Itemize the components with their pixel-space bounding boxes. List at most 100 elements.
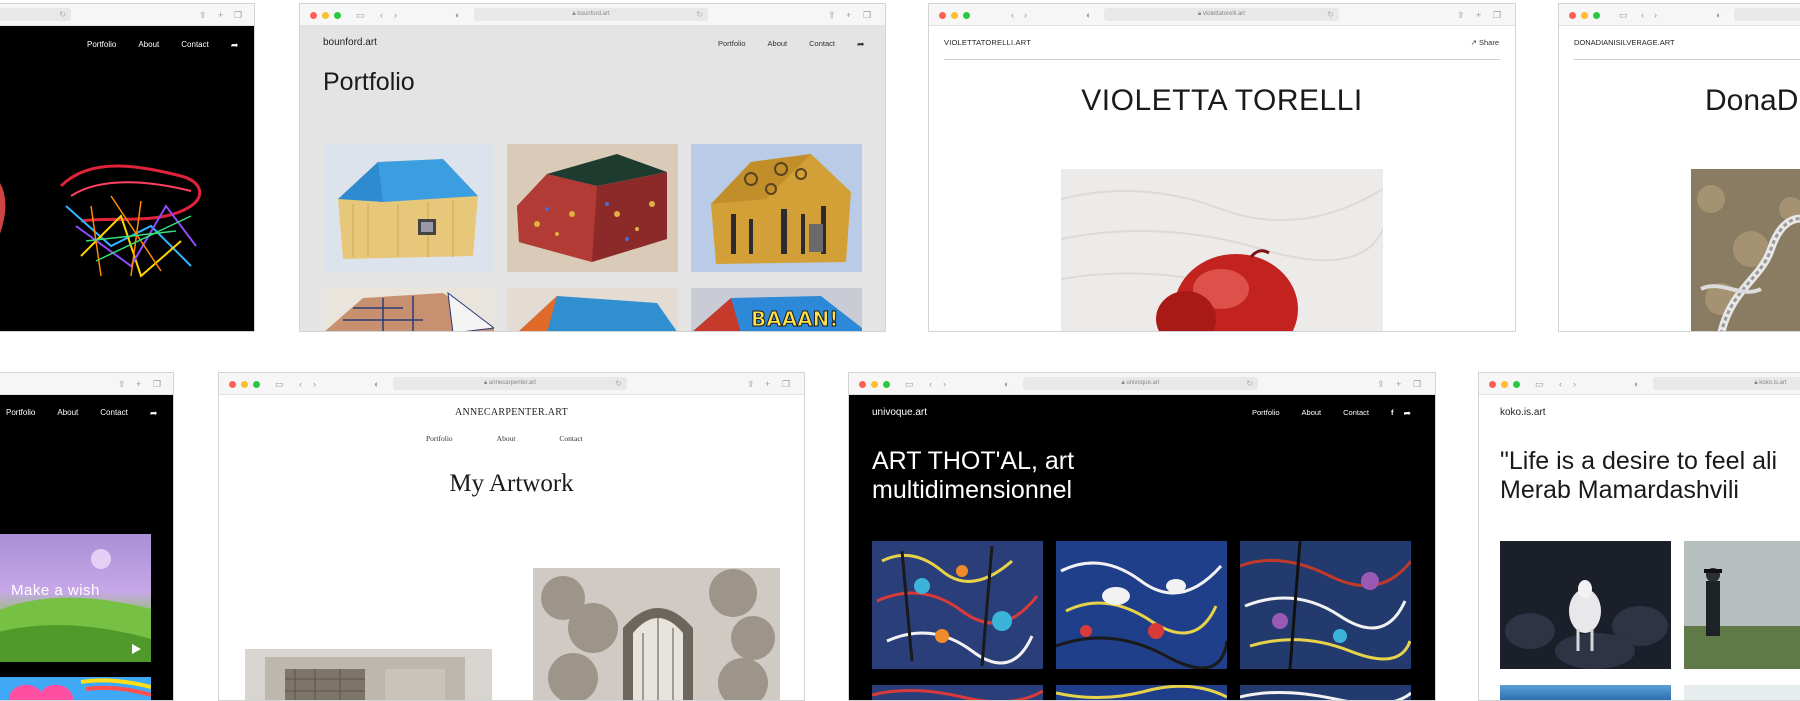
nav-about[interactable]: About — [1302, 408, 1322, 419]
maximize-button[interactable] — [334, 12, 341, 19]
new-tab-icon[interactable]: + — [765, 378, 770, 390]
forward-icon[interactable]: › — [1573, 378, 1576, 390]
share-icon[interactable]: ⇪ — [747, 378, 755, 390]
artwork-hearts[interactable] — [0, 677, 151, 700]
share-icon[interactable]: ⇪ — [199, 9, 207, 21]
artwork-photo-goat[interactable] — [1500, 541, 1671, 669]
privacy-shield-icon[interactable]: ◐ — [1086, 9, 1091, 21]
nav-contact[interactable]: Contact — [181, 40, 209, 51]
back-icon[interactable]: ‹ — [1011, 9, 1014, 21]
sidebar-icon[interactable]: ▭ — [275, 378, 284, 390]
share-icon[interactable]: ⇪ — [118, 378, 126, 390]
tabs-icon[interactable]: ❐ — [782, 378, 790, 390]
back-icon[interactable]: ‹ — [1641, 9, 1644, 21]
back-icon[interactable]: ‹ — [299, 378, 302, 390]
minimize-button[interactable] — [1501, 381, 1508, 388]
artwork-photo-foggy-field[interactable] — [1684, 541, 1800, 669]
facebook-icon[interactable]: f — [1391, 408, 1394, 419]
close-button[interactable] — [939, 12, 946, 19]
nav-contact[interactable]: Contact — [100, 408, 128, 419]
share-icon[interactable]: ⇪ — [828, 9, 836, 21]
nav-contact[interactable]: Contact — [809, 39, 835, 50]
forward-icon[interactable]: › — [313, 378, 316, 390]
share-icon[interactable]: ⇪ — [1457, 9, 1465, 21]
nav-portfolio[interactable]: Portfolio — [426, 434, 453, 443]
nav-contact[interactable]: Contact — [1343, 408, 1369, 419]
maximize-button[interactable] — [963, 12, 970, 19]
address-bar[interactable]: 🔒︎ violettatorelli.art ↻ — [1104, 8, 1339, 21]
video-thumbnail[interactable]: Make a wish — [0, 534, 151, 662]
site-logo[interactable]: bounford.art — [323, 37, 377, 48]
address-bar[interactable]: ↻ — [0, 8, 71, 21]
sidebar-icon[interactable]: ▭ — [1535, 378, 1544, 390]
tabs-icon[interactable]: ❐ — [1493, 9, 1501, 21]
privacy-shield-icon[interactable]: ◐ — [1004, 378, 1009, 390]
tabs-icon[interactable]: ❐ — [863, 9, 871, 21]
nav-portfolio[interactable]: Portfolio — [1252, 408, 1280, 419]
privacy-shield-icon[interactable]: ◐ — [1716, 9, 1721, 21]
artwork-photo-partial[interactable] — [1684, 685, 1800, 700]
artwork-thumbnail[interactable] — [872, 685, 1043, 700]
site-logo[interactable]: koko.is.art — [1500, 407, 1546, 418]
nav-portfolio[interactable]: Portfolio — [87, 40, 116, 51]
address-bar[interactable]: 🔒︎ annecarpenter.art ↻ — [393, 377, 627, 390]
back-icon[interactable]: ‹ — [380, 9, 383, 21]
close-button[interactable] — [229, 381, 236, 388]
new-tab-icon[interactable]: + — [1476, 9, 1481, 21]
artwork-thumbnail[interactable] — [1240, 541, 1411, 669]
site-logo[interactable]: VIOLETTATORELLI.ART — [944, 38, 1031, 47]
privacy-shield-icon[interactable]: ◐ — [1634, 378, 1639, 390]
forward-icon[interactable]: › — [1024, 9, 1027, 21]
share-icon[interactable]: ➦ — [1403, 408, 1411, 419]
artwork-sepia-library[interactable] — [245, 649, 492, 700]
address-bar[interactable]: 🔒︎ koko.is.art — [1653, 377, 1800, 390]
privacy-shield-icon[interactable]: ◐ — [455, 9, 460, 21]
minimize-button[interactable] — [322, 12, 329, 19]
back-icon[interactable]: ‹ — [929, 378, 932, 390]
maximize-button[interactable] — [253, 381, 260, 388]
reload-icon[interactable]: ↻ — [1246, 377, 1253, 390]
site-logo[interactable]: univoque.art — [872, 407, 927, 418]
new-tab-icon[interactable]: + — [218, 9, 223, 21]
maximize-button[interactable] — [1593, 12, 1600, 19]
artwork-thumbnail[interactable] — [872, 541, 1043, 669]
forward-icon[interactable]: › — [1654, 9, 1657, 21]
nav-about[interactable]: About — [138, 40, 159, 51]
reload-icon[interactable]: ↻ — [1327, 8, 1334, 21]
address-bar[interactable] — [1734, 8, 1800, 21]
share-icon[interactable]: ➦ — [231, 40, 239, 51]
new-tab-icon[interactable]: + — [846, 9, 851, 21]
new-tab-icon[interactable]: + — [136, 378, 141, 390]
nav-about[interactable]: About — [57, 408, 78, 419]
artwork-thumbnail[interactable] — [507, 144, 678, 272]
artwork-thumbnail[interactable] — [691, 144, 862, 272]
nav-contact[interactable]: Contact — [559, 434, 582, 443]
site-logo[interactable]: ANNECARPENTER.ART — [219, 407, 804, 418]
tabs-icon[interactable]: ❐ — [234, 9, 242, 21]
close-button[interactable] — [859, 381, 866, 388]
artwork-pomegranate[interactable] — [1061, 169, 1383, 331]
artwork-thumbnail[interactable] — [507, 288, 678, 331]
minimize-button[interactable] — [951, 12, 958, 19]
address-bar[interactable]: 🔒︎ bounford.art ↻ — [474, 8, 708, 21]
artwork-silver-chain[interactable] — [1691, 169, 1800, 331]
artwork-thumbnail[interactable] — [323, 288, 494, 331]
forward-icon[interactable]: › — [394, 9, 397, 21]
site-logo[interactable]: DONADIANISILVERAGE.ART — [1574, 38, 1675, 47]
new-tab-icon[interactable]: + — [1396, 378, 1401, 390]
play-icon[interactable] — [132, 644, 141, 654]
tabs-icon[interactable]: ❐ — [153, 378, 161, 390]
nav-portfolio[interactable]: Portfolio — [718, 39, 746, 50]
minimize-button[interactable] — [871, 381, 878, 388]
minimize-button[interactable] — [1581, 12, 1588, 19]
share-icon[interactable]: ➦ — [857, 39, 865, 50]
maximize-button[interactable] — [883, 381, 890, 388]
artwork-thumbnail[interactable] — [1240, 685, 1411, 700]
sidebar-icon[interactable]: ▭ — [1619, 9, 1628, 21]
sidebar-icon[interactable]: ▭ — [356, 9, 365, 21]
artwork-thumbnail[interactable] — [323, 144, 494, 272]
share-icon[interactable]: ➦ — [150, 408, 158, 419]
maximize-button[interactable] — [1513, 381, 1520, 388]
address-bar[interactable]: 🔒︎ univoque.art ↻ — [1023, 377, 1258, 390]
tabs-icon[interactable]: ❐ — [1413, 378, 1421, 390]
